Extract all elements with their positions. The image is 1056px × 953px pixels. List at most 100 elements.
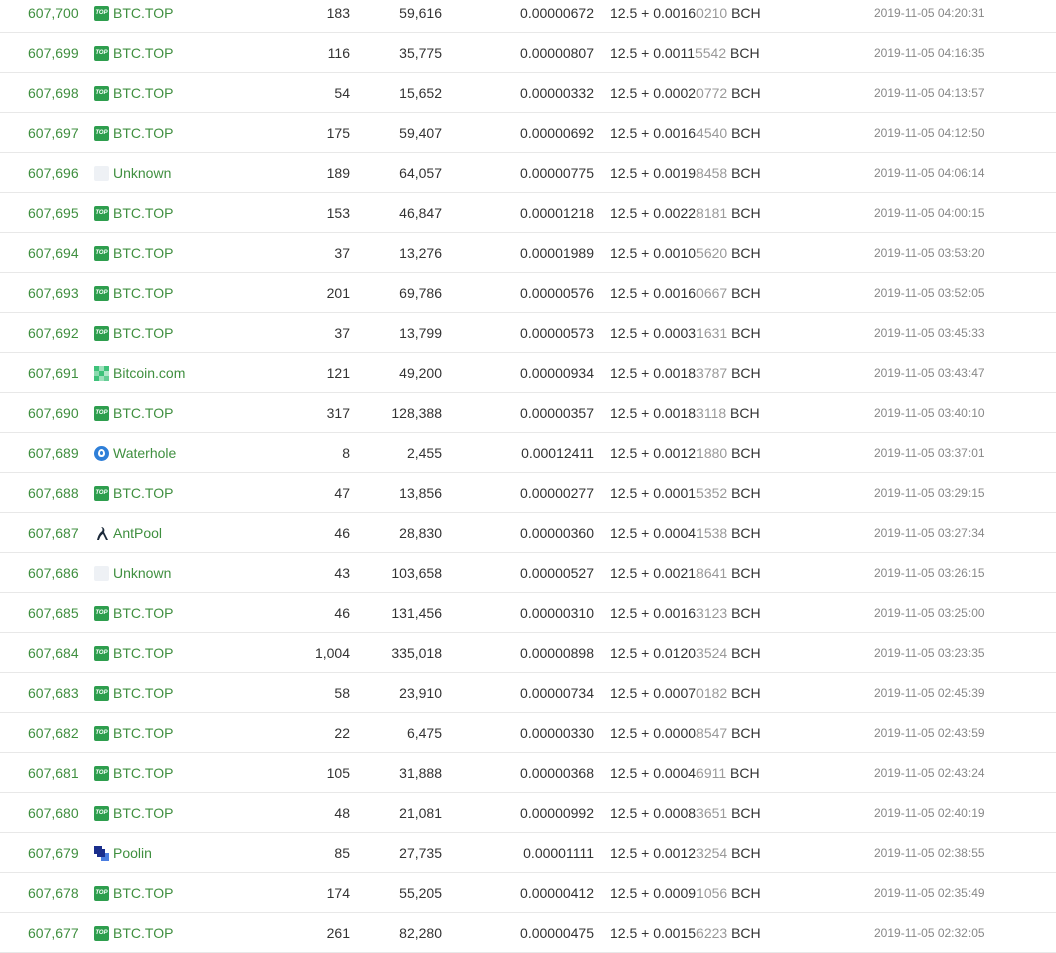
block-reward: 12.5 + 0.00218641 BCH bbox=[610, 553, 761, 593]
miner-link[interactable]: TOP BTC.TOP bbox=[94, 0, 173, 33]
block-height-link[interactable]: 607,677 bbox=[28, 913, 79, 953]
btctop-icon: TOP bbox=[94, 925, 109, 941]
block-height-link[interactable]: 607,683 bbox=[28, 673, 79, 713]
block-height-link[interactable]: 607,678 bbox=[28, 873, 79, 913]
miner-link[interactable]: Poolin bbox=[94, 833, 152, 873]
block-height-link[interactable]: 607,685 bbox=[28, 593, 79, 633]
miner-link[interactable]: TOP BTC.TOP bbox=[94, 633, 173, 673]
miner-link[interactable]: TOP BTC.TOP bbox=[94, 753, 173, 793]
miner-link[interactable]: Unknown bbox=[94, 153, 171, 193]
miner-link[interactable]: Bitcoin.com bbox=[94, 353, 185, 393]
reward-unit: BCH bbox=[727, 5, 761, 21]
reward-dim: 0772 bbox=[696, 85, 728, 101]
miner-name: BTC.TOP bbox=[113, 5, 174, 21]
reward-unit: BCH bbox=[727, 885, 761, 901]
block-height-link[interactable]: 607,688 bbox=[28, 473, 79, 513]
block-time: 2019-11-05 02:38:55 bbox=[874, 846, 985, 860]
miner-name: BTC.TOP bbox=[113, 405, 174, 421]
block-size: 13,276 bbox=[399, 245, 442, 261]
table-row: 607,685 TOP BTC.TOP 46 131,456 0.0000031… bbox=[0, 593, 1056, 633]
reward-unit: BCH bbox=[727, 245, 761, 261]
miner-link[interactable]: TOP BTC.TOP bbox=[94, 873, 173, 913]
block-height-link[interactable]: 607,687 bbox=[28, 513, 79, 553]
tx-count: 85 bbox=[334, 845, 350, 861]
miner-link[interactable]: TOP BTC.TOP bbox=[94, 713, 173, 753]
btctop-icon: TOP bbox=[94, 725, 109, 741]
miner-link[interactable]: TOP BTC.TOP bbox=[94, 273, 173, 313]
block-height-link[interactable]: 607,699 bbox=[28, 33, 79, 73]
miner-link[interactable]: TOP BTC.TOP bbox=[94, 793, 173, 833]
reward-main: 12.5 + 0.0012 bbox=[610, 445, 697, 461]
tx-count: 46 bbox=[334, 525, 350, 541]
miner-name: BTC.TOP bbox=[113, 885, 174, 901]
block-time: 2019-11-05 02:32:05 bbox=[874, 926, 985, 940]
miner-name: Bitcoin.com bbox=[113, 365, 186, 381]
miner-link[interactable]: AntPool bbox=[94, 513, 162, 553]
block-height-link[interactable]: 607,696 bbox=[28, 153, 79, 193]
antpool-icon bbox=[94, 526, 109, 541]
block-height-link[interactable]: 607,694 bbox=[28, 233, 79, 273]
miner-link[interactable]: TOP BTC.TOP bbox=[94, 193, 173, 233]
reward-main: 12.5 + 0.0015 bbox=[610, 925, 697, 941]
block-height-link[interactable]: 607,698 bbox=[28, 73, 79, 113]
tx-count: 48 bbox=[334, 805, 350, 821]
block-reward: 12.5 + 0.00156223 BCH bbox=[610, 913, 761, 953]
block-size: 49,200 bbox=[399, 365, 442, 381]
btctop-icon-text: TOP bbox=[95, 329, 108, 336]
btctop-icon: TOP bbox=[94, 885, 109, 901]
block-height-link[interactable]: 607,693 bbox=[28, 273, 79, 313]
avg-fee: 0.00000310 bbox=[520, 605, 594, 621]
block-time: 2019-11-05 03:29:15 bbox=[874, 486, 985, 500]
block-reward: 12.5 + 0.00105620 BCH bbox=[610, 233, 761, 273]
btctop-icon-text: TOP bbox=[95, 489, 108, 496]
miner-link[interactable]: TOP BTC.TOP bbox=[94, 113, 173, 153]
btctop-icon: TOP bbox=[94, 125, 109, 141]
miner-link[interactable]: Unknown bbox=[94, 553, 171, 593]
block-height-link[interactable]: 607,695 bbox=[28, 193, 79, 233]
miner-link[interactable]: TOP BTC.TOP bbox=[94, 393, 173, 433]
block-height-link[interactable]: 607,681 bbox=[28, 753, 79, 793]
block-size: 69,786 bbox=[399, 285, 442, 301]
btctop-icon-text: TOP bbox=[95, 649, 108, 656]
tx-count: 8 bbox=[342, 445, 350, 461]
miner-link[interactable]: TOP BTC.TOP bbox=[94, 913, 173, 953]
block-height-link[interactable]: 607,682 bbox=[28, 713, 79, 753]
reward-unit: BCH bbox=[727, 285, 761, 301]
avg-fee: 0.00000692 bbox=[520, 125, 594, 141]
reward-main: 12.5 + 0.0016 bbox=[610, 285, 697, 301]
avg-fee: 0.00000330 bbox=[520, 725, 594, 741]
block-reward: 12.5 + 0.00041538 BCH bbox=[610, 513, 761, 553]
reward-unit: BCH bbox=[727, 645, 761, 661]
miner-name: BTC.TOP bbox=[113, 85, 174, 101]
miner-link[interactable]: Waterhole bbox=[94, 433, 176, 473]
reward-dim: 6223 bbox=[696, 925, 728, 941]
block-height-link[interactable]: 607,700 bbox=[28, 0, 79, 33]
reward-dim: 3524 bbox=[696, 645, 728, 661]
miner-link[interactable]: TOP BTC.TOP bbox=[94, 473, 173, 513]
block-height-link[interactable]: 607,689 bbox=[28, 433, 79, 473]
miner-link[interactable]: TOP BTC.TOP bbox=[94, 313, 173, 353]
miner-link[interactable]: TOP BTC.TOP bbox=[94, 33, 173, 73]
reward-dim: 3254 bbox=[696, 845, 728, 861]
block-time: 2019-11-05 02:43:59 bbox=[874, 726, 985, 740]
block-height-link[interactable]: 607,697 bbox=[28, 113, 79, 153]
miner-link[interactable]: TOP BTC.TOP bbox=[94, 233, 173, 273]
miner-link[interactable]: TOP BTC.TOP bbox=[94, 673, 173, 713]
block-height-link[interactable]: 607,692 bbox=[28, 313, 79, 353]
block-height-link[interactable]: 607,686 bbox=[28, 553, 79, 593]
avg-fee: 0.00000527 bbox=[520, 565, 594, 581]
miner-link[interactable]: TOP BTC.TOP bbox=[94, 73, 173, 113]
block-size: 13,799 bbox=[399, 325, 442, 341]
block-size: 31,888 bbox=[399, 765, 442, 781]
block-height-link[interactable]: 607,691 bbox=[28, 353, 79, 393]
block-reward: 12.5 + 0.00008547 BCH bbox=[610, 713, 761, 753]
miner-link[interactable]: TOP BTC.TOP bbox=[94, 593, 173, 633]
table-row: 607,688 TOP BTC.TOP 47 13,856 0.00000277… bbox=[0, 473, 1056, 513]
block-reward: 12.5 + 0.00183118 BCH bbox=[610, 393, 760, 433]
block-height-link[interactable]: 607,684 bbox=[28, 633, 79, 673]
block-height-link[interactable]: 607,690 bbox=[28, 393, 79, 433]
block-size: 21,081 bbox=[399, 805, 442, 821]
block-height-link[interactable]: 607,680 bbox=[28, 793, 79, 833]
block-size: 46,847 bbox=[399, 205, 442, 221]
block-height-link[interactable]: 607,679 bbox=[28, 833, 79, 873]
